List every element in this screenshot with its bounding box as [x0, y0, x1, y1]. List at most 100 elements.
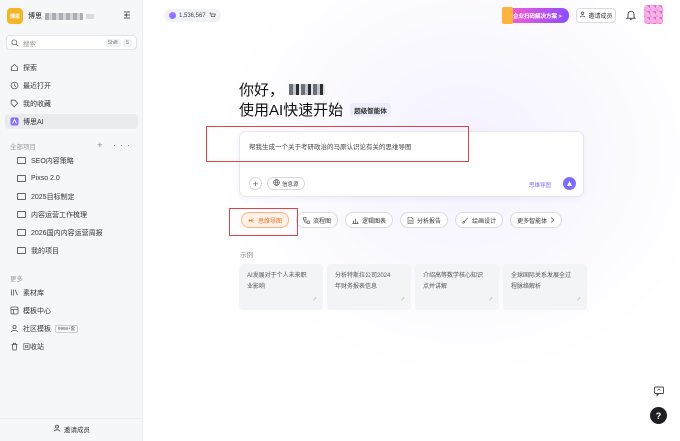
promo-emblem-icon: [502, 7, 513, 24]
nav-explore-label: 探索: [23, 64, 37, 72]
chip-flowchart-label: 流程图: [313, 218, 332, 225]
chip-more-agents[interactable]: 更多智能体: [510, 212, 563, 228]
trash-icon: [10, 342, 19, 351]
source-label: 信息源: [282, 181, 299, 188]
nav-library[interactable]: 素材库: [5, 285, 138, 300]
nav-templates[interactable]: 模板中心: [5, 303, 138, 318]
super-agent-tag[interactable]: 超级智能体: [350, 102, 391, 117]
nav-templates-label: 模板中心: [23, 307, 51, 315]
project-label: Pixso 2.0: [31, 175, 60, 182]
project-item[interactable]: 2025目标制定: [8, 189, 138, 204]
promo-banner-button[interactable]: 企业扫码解决方案 >: [502, 7, 569, 24]
greeting-text: 你好，: [239, 82, 285, 99]
highlight-prompt-box: [206, 126, 469, 162]
send-button[interactable]: [563, 177, 576, 190]
folder-icon: [17, 247, 26, 254]
report-icon: [407, 216, 414, 224]
community-icon: [10, 324, 19, 333]
ai-icon: [10, 117, 19, 126]
projects-section-title: 全部项目: [10, 144, 36, 151]
nav-favorites-label: 我的收藏: [23, 100, 51, 108]
headline: 使用AI快速开始 超级智能体: [239, 99, 391, 120]
credits-value: 1,536,567: [179, 12, 206, 19]
chevron-right-icon: [550, 217, 555, 223]
workspace-suffix-redacted: [86, 13, 94, 19]
logic-chart-icon: [352, 217, 359, 224]
header-invite-label: 邀请成员: [588, 14, 613, 20]
arrow-up-right-icon: ↗: [311, 297, 317, 303]
project-item[interactable]: 内容运营工作梳理: [8, 207, 138, 222]
project-item[interactable]: SEO内容策略: [8, 153, 138, 168]
chip-logic-chart-label: 逻辑图表: [362, 218, 387, 225]
example-card-line1: AI发展对于个人未来职: [247, 273, 307, 279]
avatar[interactable]: [644, 5, 663, 24]
chip-paint-label: 绘画设计: [472, 218, 497, 225]
nav-recent-label: 最近打开: [23, 82, 51, 90]
nav-library-label: 素材库: [23, 289, 44, 297]
shortcut-s: S: [122, 38, 132, 47]
feedback-icon[interactable]: [653, 385, 665, 397]
globe-icon: [273, 179, 280, 188]
nav-recent[interactable]: 最近打开: [5, 78, 138, 93]
example-card-line1: 介绍高等数学核心知识: [423, 273, 484, 279]
help-button[interactable]: ?: [650, 407, 667, 424]
chip-logic-chart[interactable]: 逻辑图表: [345, 212, 394, 228]
project-label: 2025目标制定: [31, 193, 75, 201]
project-item[interactable]: Pixso 2.0: [8, 171, 138, 186]
examples-title: 示例: [240, 252, 253, 259]
folder-icon: [17, 157, 26, 164]
greeting: 你好，: [239, 79, 326, 100]
workspace-name: 博思: [28, 13, 42, 20]
user-icon: [579, 11, 586, 20]
chip-paint[interactable]: 绘画设计: [455, 212, 504, 228]
project-label: SEO内容策略: [31, 157, 74, 165]
header-invite-button[interactable]: 邀请成员: [576, 8, 616, 23]
gem-icon: [169, 12, 176, 19]
search-placeholder: 搜索: [23, 40, 36, 48]
project-label: 我的项目: [31, 247, 59, 255]
nav-trash[interactable]: 回收站: [5, 339, 138, 354]
workspace-name-redacted: [45, 12, 83, 20]
example-cards: AI发展对于个人未来职 业影响 ↗ 分析特斯拉公司2024 年财务报表信息 ↗ …: [239, 264, 591, 310]
nav-favorites[interactable]: 我的收藏: [5, 96, 138, 111]
example-card-line1: 分析特斯拉公司2024: [335, 273, 391, 279]
arrow-up-right-icon: ↗: [575, 297, 581, 303]
project-label: 2026国内内容运营周报: [31, 229, 103, 237]
example-card-line1: 全球国际关系发展全过: [511, 273, 572, 279]
example-card[interactable]: 分析特斯拉公司2024 年财务报表信息 ↗: [327, 264, 411, 310]
nav-ai[interactable]: 博思AI: [5, 114, 138, 129]
cart-icon: [209, 12, 216, 17]
example-card-line2: 业影响: [247, 284, 266, 290]
collapse-sidebar-icon[interactable]: [122, 10, 132, 20]
community-count-badge: 9999+套: [55, 324, 79, 333]
add-attachment-button[interactable]: +: [249, 177, 262, 190]
sidebar-invite-button[interactable]: 邀请成员: [0, 418, 143, 438]
nav-community-label: 社区模板: [23, 325, 51, 333]
example-card[interactable]: 全球国际关系发展全过 程脉络解析 ↗: [503, 264, 587, 310]
chip-flowchart[interactable]: 流程图: [296, 212, 339, 228]
projects-actions[interactable]: + ···: [97, 140, 134, 150]
example-card[interactable]: 介绍高等数学核心知识 点并讲解 ↗: [415, 264, 499, 310]
promo-label: 企业扫码解决方案 >: [513, 13, 562, 20]
chip-more-agents-label: 更多智能体: [517, 218, 548, 225]
send-icon: [567, 181, 572, 186]
nav-trash-label: 回收站: [23, 343, 44, 351]
example-card[interactable]: AI发展对于个人未来职 业影响 ↗: [239, 264, 323, 310]
question-mark-icon: ?: [655, 410, 662, 421]
folder-icon: [17, 211, 26, 218]
nav-explore[interactable]: 探索: [5, 60, 138, 75]
credits-counter[interactable]: 1,536,567: [164, 9, 221, 22]
project-item[interactable]: 2026国内内容运营周报: [8, 225, 138, 240]
nav-community[interactable]: 社区模板 9999+套: [5, 321, 138, 336]
example-card-line2: 点并讲解: [423, 284, 448, 290]
source-button[interactable]: 信息源: [267, 177, 305, 190]
workspace-switcher[interactable]: 博思 博思: [7, 8, 137, 24]
bell-icon[interactable]: [625, 9, 637, 21]
mode-label[interactable]: 思维导图: [529, 181, 551, 189]
search-input[interactable]: 搜索 Shift S: [6, 35, 137, 50]
nav-ai-label: 博思AI: [23, 118, 44, 126]
compass-icon: [10, 63, 19, 72]
project-item[interactable]: 我的项目: [8, 243, 138, 258]
highlight-mindmap-chip: [229, 208, 298, 236]
chip-report[interactable]: 分析报告: [400, 212, 449, 228]
